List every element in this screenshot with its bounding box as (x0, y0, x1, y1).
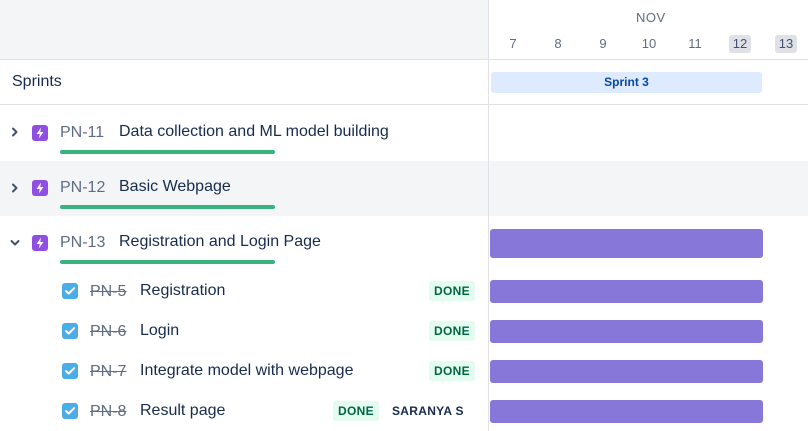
issue-key[interactable]: PN-7 (90, 363, 126, 381)
epic-title[interactable]: Registration and Login Page (119, 233, 321, 251)
issue-row[interactable]: PN-5 Registration DONE (0, 271, 488, 311)
checkbox-icon (62, 283, 78, 299)
issue-timeline-bar[interactable] (490, 400, 763, 423)
issue-timeline-bar[interactable] (490, 360, 763, 383)
sprint-lane: Sprint 3 (489, 60, 808, 105)
issue-key[interactable]: PN-8 (90, 403, 126, 421)
day-label: 9 (599, 36, 607, 51)
day-label: 7 (509, 36, 517, 51)
timeline-header: NOV 7 8 9 10 11 12 13 (489, 0, 808, 60)
issue-timeline-bar[interactable] (490, 280, 763, 303)
epic-title[interactable]: Basic Webpage (119, 178, 231, 196)
status-badge[interactable]: DONE (429, 361, 475, 381)
epic-progress-bar (60, 205, 275, 209)
day-label-weekend: 12 (729, 35, 751, 53)
checkbox-icon (62, 363, 78, 379)
checkbox-icon (62, 403, 78, 419)
timeline-row (489, 391, 808, 431)
issue-title[interactable]: Login (140, 322, 179, 340)
epic-key[interactable]: PN-12 (60, 179, 105, 197)
day-label: 10 (641, 36, 657, 51)
timeline-row (489, 161, 808, 216)
status-badge[interactable]: DONE (333, 401, 379, 421)
issue-list-pane: Sprints PN-11 Data collection and ML mod… (0, 0, 488, 431)
timeline-row (489, 106, 808, 161)
chevron-right-icon[interactable] (8, 125, 22, 139)
assignee-name[interactable]: SARANYA S (392, 404, 464, 418)
sprints-row: Sprints (0, 60, 488, 105)
issue-row[interactable]: PN-8 Result page DONE SARANYA S (0, 391, 488, 431)
issue-key[interactable]: PN-5 (90, 283, 126, 301)
issue-row[interactable]: PN-6 Login DONE (0, 311, 488, 351)
day-label-weekend: 13 (775, 35, 797, 53)
chevron-down-icon[interactable] (8, 236, 22, 250)
checkbox-icon (62, 323, 78, 339)
issue-title[interactable]: Registration (140, 282, 225, 300)
issue-title[interactable]: Integrate model with webpage (140, 362, 353, 380)
epic-row[interactable]: PN-13 Registration and Login Page (0, 216, 488, 271)
timeline-pane: NOV 7 8 9 10 11 12 13 Sprint 3 (489, 0, 808, 431)
list-header (0, 0, 488, 60)
epic-progress-bar (60, 260, 275, 264)
epic-progress-bar (60, 150, 275, 154)
epic-key[interactable]: PN-13 (60, 234, 105, 252)
status-badge[interactable]: DONE (429, 281, 475, 301)
timeline-row (489, 351, 808, 391)
month-label: NOV (636, 10, 666, 25)
epic-lightning-icon (32, 180, 48, 196)
epic-lightning-icon (32, 235, 48, 251)
timeline-row (489, 271, 808, 311)
timeline-row (489, 216, 808, 271)
day-label: 11 (688, 36, 702, 51)
issue-key[interactable]: PN-6 (90, 323, 126, 341)
epic-row[interactable]: PN-12 Basic Webpage (0, 161, 488, 216)
sprints-title: Sprints (12, 73, 62, 90)
epic-timeline-bar[interactable] (490, 229, 763, 258)
epic-key[interactable]: PN-11 (60, 124, 104, 142)
issue-title[interactable]: Result page (140, 402, 225, 420)
status-badge[interactable]: DONE (429, 321, 475, 341)
issue-timeline-bar[interactable] (490, 320, 763, 343)
epic-title[interactable]: Data collection and ML model building (119, 123, 389, 141)
day-label: 8 (554, 36, 562, 51)
issue-row[interactable]: PN-7 Integrate model with webpage DONE (0, 351, 488, 391)
epic-lightning-icon (32, 125, 48, 141)
epic-row[interactable]: PN-11 Data collection and ML model build… (0, 106, 488, 161)
timeline-row (489, 311, 808, 351)
sprint-chip[interactable]: Sprint 3 (491, 72, 762, 93)
chevron-right-icon[interactable] (8, 181, 22, 195)
